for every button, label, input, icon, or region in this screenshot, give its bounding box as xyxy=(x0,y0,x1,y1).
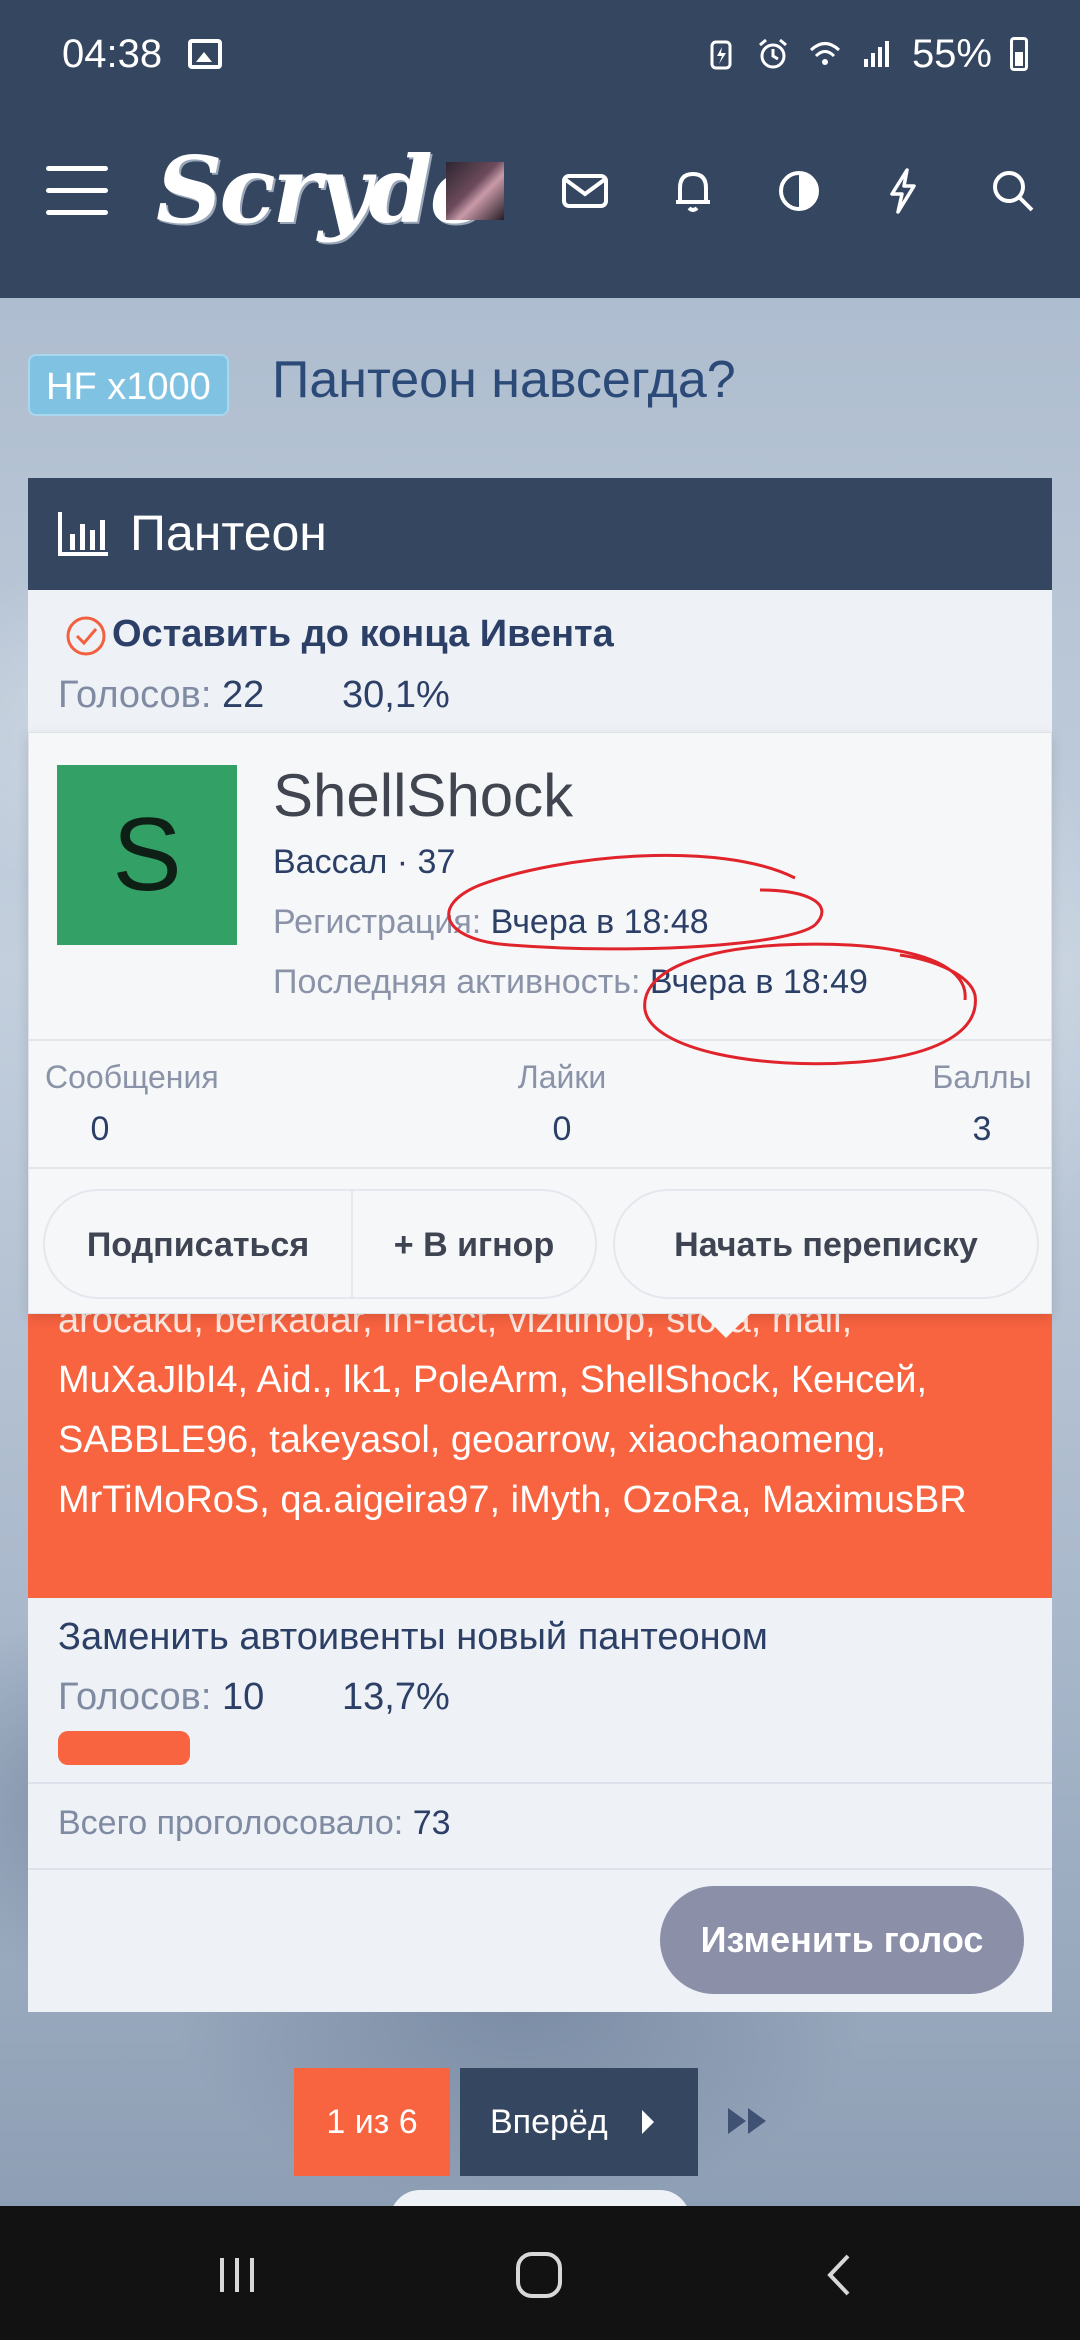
poll-option-1-percent: 30,1% xyxy=(342,674,450,716)
poll-option-2-votes: Голосов: 10 xyxy=(58,1676,265,1718)
home-icon[interactable] xyxy=(512,2248,566,2302)
next-page-button[interactable]: Вперёд xyxy=(460,2068,698,2176)
last-page-icon[interactable] xyxy=(726,2106,770,2136)
search-icon[interactable] xyxy=(984,162,1042,220)
start-conversation-button[interactable]: Начать переписку xyxy=(613,1189,1039,1299)
divider xyxy=(28,1868,1052,1870)
status-time: 04:38 xyxy=(62,31,163,76)
signal-icon xyxy=(863,41,889,67)
member-registration: Регистрация: Вчера в 18:48 xyxy=(273,903,709,941)
menu-icon[interactable] xyxy=(46,166,108,216)
member-rank: Вассал · 37 xyxy=(273,843,456,881)
member-name[interactable]: ShellShock xyxy=(273,761,573,830)
back-icon[interactable] xyxy=(814,2248,868,2302)
bar-chart-icon xyxy=(58,512,108,556)
site-logo[interactable]: Scryde xyxy=(156,136,488,244)
contrast-icon[interactable] xyxy=(770,162,828,220)
stat-likes: Лайки 0 xyxy=(517,1059,607,1148)
alarm-icon xyxy=(758,38,787,69)
status-bar: 04:38 55% xyxy=(62,26,1028,82)
stat-points: Баллы 3 xyxy=(932,1059,1032,1148)
member-actions: Подписаться + В игнор Начать переписку xyxy=(43,1189,1039,1299)
member-avatar[interactable]: S xyxy=(57,765,237,945)
poll-option-2-bar[interactable] xyxy=(58,1731,190,1765)
thread-prefix-badge[interactable]: HF x1000 xyxy=(28,354,229,416)
battery-saver-icon xyxy=(710,40,732,70)
stat-messages: Сообщения 0 xyxy=(45,1059,219,1148)
divider xyxy=(29,1039,1051,1041)
page-title: Пантеон навсегда? xyxy=(272,351,736,409)
voted-check-icon xyxy=(66,616,106,656)
poll-option-2-label: Заменить автоивенты новый пантеоном xyxy=(58,1616,768,1658)
divider xyxy=(28,1782,1052,1784)
mail-icon[interactable] xyxy=(556,162,614,220)
nav-row: Scryde xyxy=(0,120,1080,260)
divider xyxy=(29,1167,1051,1169)
poll-title: Пантеон xyxy=(130,505,327,561)
system-navigation-bar xyxy=(0,2206,1080,2340)
bell-icon[interactable] xyxy=(664,162,722,220)
wifi-icon xyxy=(809,42,840,65)
lightning-icon[interactable] xyxy=(874,162,932,220)
chevron-right-icon xyxy=(642,2110,654,2134)
recent-apps-icon[interactable] xyxy=(210,2248,264,2302)
tooltip-arrow xyxy=(700,1312,752,1338)
image-notification-icon xyxy=(188,39,223,69)
user-avatar[interactable] xyxy=(446,162,504,220)
poll-header: Пантеон xyxy=(28,478,1052,590)
page-indicator[interactable]: 1 из 6 xyxy=(294,2068,450,2176)
poll-option-2-percent: 13,7% xyxy=(342,1676,450,1718)
ignore-button[interactable]: + В игнор xyxy=(351,1189,597,1299)
change-vote-button[interactable]: Изменить голос xyxy=(660,1886,1024,1994)
site-header: 04:38 55% Scryde xyxy=(0,0,1080,298)
battery-percent: 55% xyxy=(911,31,992,76)
voters-names[interactable]: MuXaJlbI4, Aid., lk1, PoleArm, ShellShoc… xyxy=(58,1359,967,1521)
poll-option-1-label: Оставить до конца Ивента xyxy=(112,613,614,655)
poll-total: Всего проголосовало: 73 xyxy=(58,1804,451,1842)
poll-voters-list: aroсaku, berkadar, in-fact, vizitinop, s… xyxy=(28,1299,1052,1598)
follow-button[interactable]: Подписаться xyxy=(43,1189,353,1299)
member-last-activity: Последняя активность: Вчера в 18:49 xyxy=(273,963,868,1001)
battery-icon xyxy=(1010,37,1028,71)
member-tooltip-card: S ShellShock Вассал · 37 Регистрация: Вч… xyxy=(28,732,1052,1314)
poll-option-1-votes: Голосов: 22 xyxy=(58,674,265,716)
